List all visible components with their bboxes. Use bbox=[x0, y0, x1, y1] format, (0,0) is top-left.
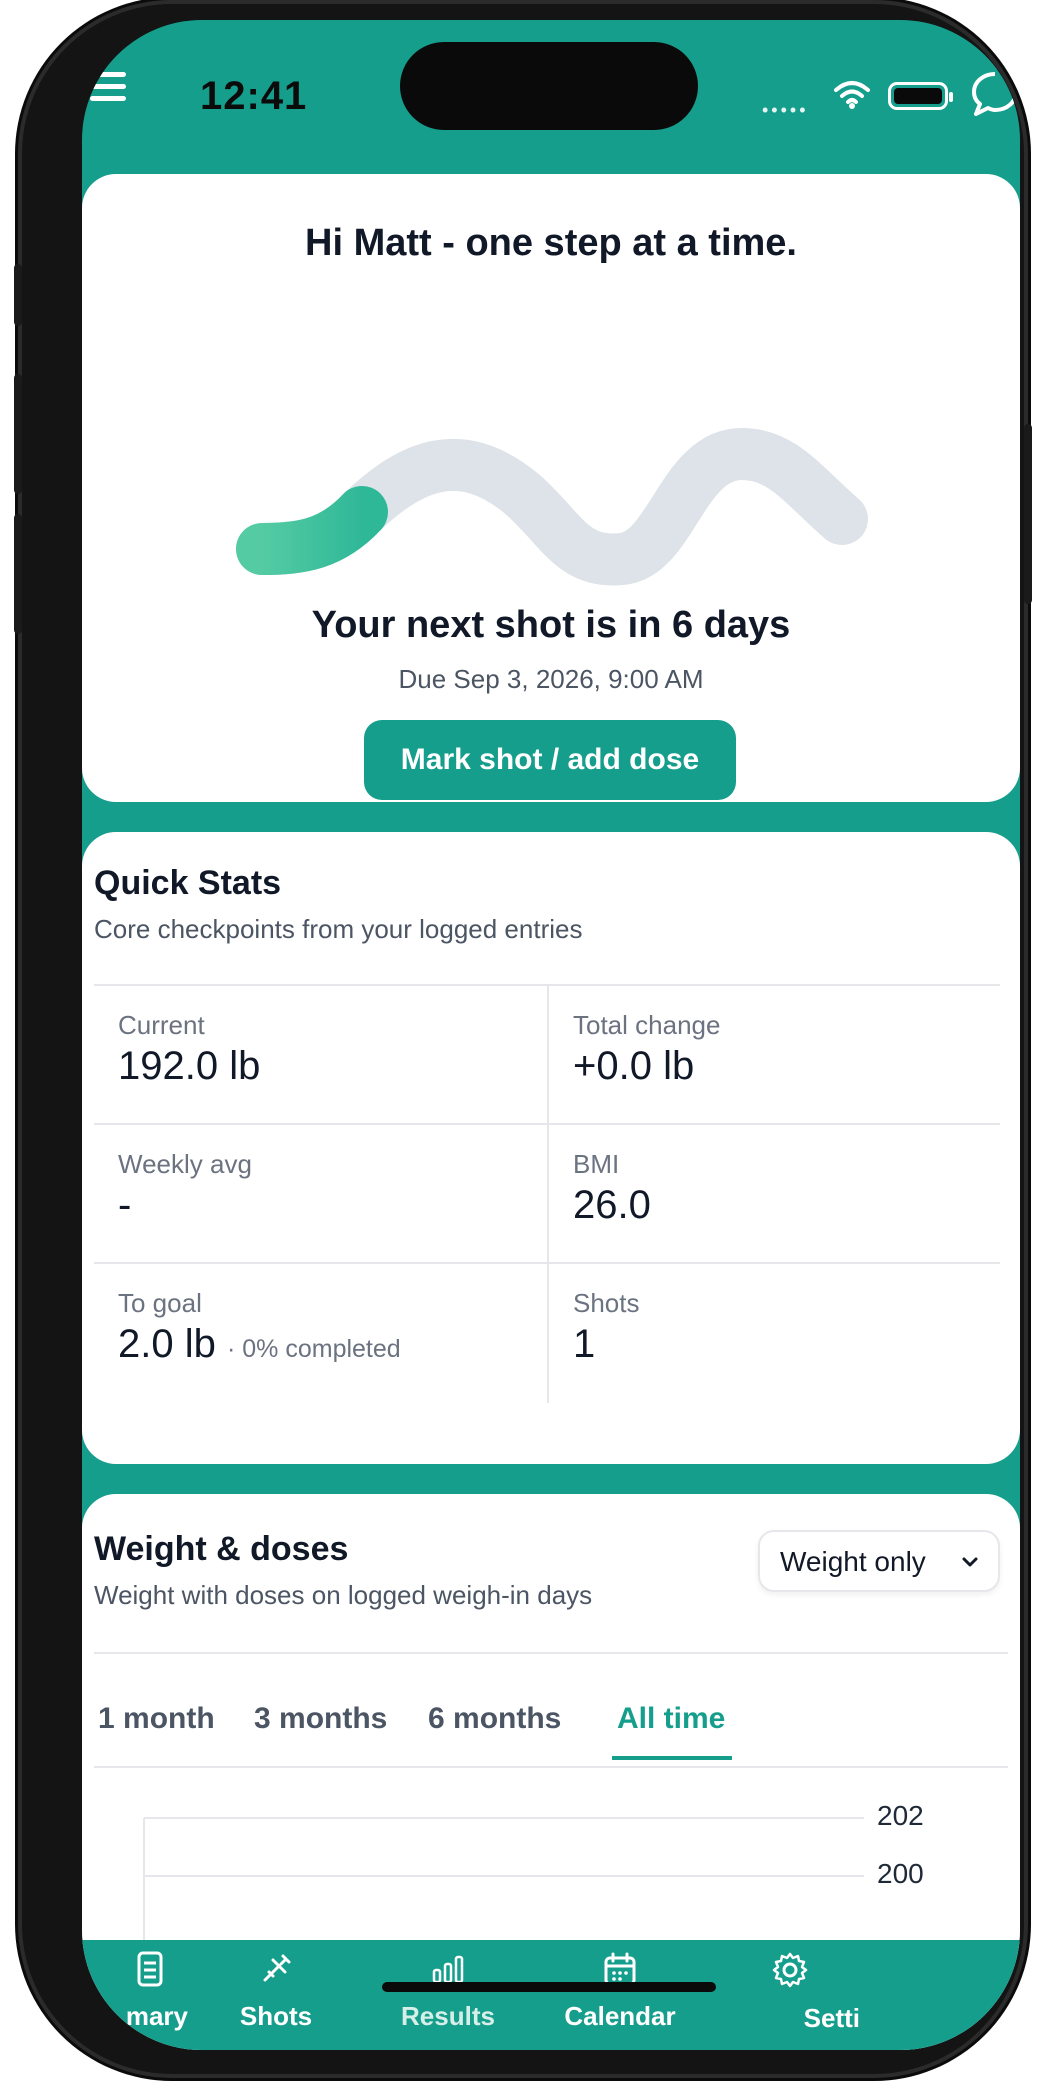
bottom-nav: mary Shots Results Calendar Setti bbox=[82, 1940, 1020, 2050]
nav-label: mary bbox=[125, 2001, 188, 2031]
nav-label: Results bbox=[401, 2001, 495, 2031]
stat-to-goal: To goal 2.0 lb · 0% completed bbox=[94, 1264, 547, 1403]
next-shot-card: Hi Matt - one step at a time. Your next … bbox=[82, 174, 1020, 802]
quick-stats-title: Quick Stats bbox=[94, 864, 282, 902]
nav-shots[interactable]: Shots bbox=[196, 1950, 356, 2032]
summary-icon bbox=[137, 1951, 163, 1987]
syringe-icon bbox=[263, 1954, 291, 1982]
greeting: Hi Matt - one step at a time. bbox=[305, 222, 797, 264]
volume-up-button bbox=[14, 374, 22, 494]
stat-label: Total change bbox=[573, 1010, 721, 1040]
stat-weekly-avg: Weekly avg - bbox=[94, 1125, 547, 1264]
volume-down-button bbox=[14, 514, 22, 634]
select-value: Weight only bbox=[780, 1546, 926, 1577]
stat-bmi: BMI 26.0 bbox=[547, 1125, 1000, 1264]
stat-label: BMI bbox=[573, 1149, 620, 1179]
stat-label: Current bbox=[118, 1010, 205, 1040]
stat-note: · 0% completed bbox=[226, 1335, 401, 1363]
weight-doses-title: Weight & doses bbox=[94, 1530, 349, 1568]
nav-summary[interactable]: mary bbox=[82, 1950, 202, 2032]
tab-all-time[interactable]: All time bbox=[617, 1702, 725, 1736]
progress-wave bbox=[236, 427, 868, 586]
weight-doses-subtitle: Weight with doses on logged weigh-in day… bbox=[94, 1580, 593, 1610]
wifi-icon bbox=[834, 81, 870, 109]
status-time: 12:41 bbox=[200, 74, 308, 118]
nav-label: Shots bbox=[239, 2001, 313, 2031]
stat-shots: Shots 1 bbox=[547, 1264, 1000, 1403]
menu-icon[interactable] bbox=[90, 72, 126, 102]
signal-icon: ••••• bbox=[762, 100, 809, 120]
stat-value: +0.0 lb bbox=[573, 1044, 695, 1088]
home-indicator bbox=[382, 1982, 716, 1992]
range-tabs: 1 month 3 months 6 months All time bbox=[94, 1692, 1000, 1764]
dynamic-island bbox=[400, 42, 698, 130]
quick-stats-card: Quick Stats Core checkpoints from your l… bbox=[82, 832, 1020, 1464]
nav-label: Calendar bbox=[564, 2001, 676, 2031]
stat-value: 26.0 bbox=[573, 1183, 651, 1227]
divider bbox=[94, 1766, 1008, 1768]
chevron-down-icon bbox=[962, 1557, 978, 1567]
y-tick-label: 200 bbox=[877, 1858, 924, 1889]
gear-icon bbox=[772, 1952, 808, 1988]
next-shot-text: Your next shot is in 6 days bbox=[311, 604, 791, 646]
stat-value: 192.0 lb bbox=[118, 1044, 261, 1088]
battery-icon bbox=[888, 82, 953, 110]
stat-value: 1 bbox=[573, 1322, 596, 1366]
stat-label: Shots bbox=[573, 1288, 640, 1318]
stat-label: To goal bbox=[118, 1288, 202, 1318]
nav-settings[interactable]: Setti bbox=[710, 1950, 870, 2034]
stat-value-number: 2.0 lb bbox=[118, 1322, 216, 1366]
tab-6-months[interactable]: 6 months bbox=[428, 1702, 561, 1736]
nav-label: Setti bbox=[803, 2003, 860, 2033]
power-button bbox=[1024, 424, 1032, 604]
stat-value: - bbox=[118, 1183, 132, 1227]
y-tick-label: 202 bbox=[877, 1800, 924, 1831]
mute-switch bbox=[14, 264, 22, 326]
stat-value: 2.0 lb · 0% completed bbox=[118, 1322, 401, 1367]
stats-grid: Current 192.0 lb Total change +0.0 lb We… bbox=[94, 984, 1000, 1414]
mark-shot-button[interactable]: Mark shot / add dose bbox=[364, 720, 736, 800]
stat-label: Weekly avg bbox=[118, 1149, 252, 1179]
tab-1-month[interactable]: 1 month bbox=[98, 1702, 215, 1736]
stat-current: Current 192.0 lb bbox=[94, 986, 547, 1125]
screen: 12:41 ••••• Hi Matt - one step at a time… bbox=[82, 20, 1020, 2050]
due-date: Due Sep 3, 2026, 9:00 AM bbox=[398, 664, 704, 694]
quick-stats-subtitle: Core checkpoints from your logged entrie… bbox=[94, 914, 583, 944]
active-tab-indicator bbox=[612, 1756, 732, 1760]
divider bbox=[94, 1652, 1008, 1654]
stat-total-change: Total change +0.0 lb bbox=[547, 986, 1000, 1125]
phone-frame: 12:41 ••••• Hi Matt - one step at a time… bbox=[14, 4, 1032, 2074]
tab-3-months[interactable]: 3 months bbox=[254, 1702, 387, 1736]
chart-mode-select[interactable]: Weight only bbox=[758, 1530, 1000, 1592]
chat-icon[interactable] bbox=[970, 70, 1020, 116]
